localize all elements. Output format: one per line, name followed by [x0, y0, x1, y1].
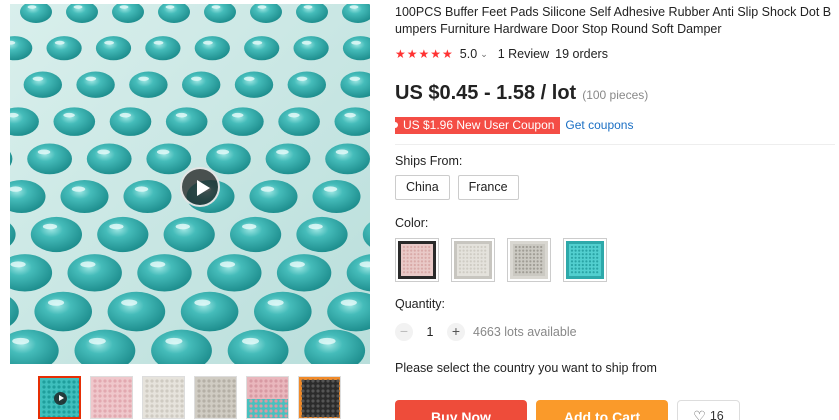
ships-from-options: China France: [395, 175, 835, 200]
main-product-image[interactable]: [10, 4, 370, 364]
action-buttons: Buy Now Add to Cart ♡ 16: [395, 400, 740, 420]
product-title: 100PCS Buffer Feet Pads Silicone Self Ad…: [395, 5, 832, 36]
ships-from-label: Ships From:: [395, 154, 463, 168]
ships-from-china-option[interactable]: China: [395, 175, 450, 200]
chevron-down-icon[interactable]: ⌄: [480, 49, 488, 60]
quantity-stepper: − 1 + 4663 lots available: [395, 323, 835, 341]
color-label: Color:: [395, 216, 429, 230]
play-video-button[interactable]: [180, 167, 220, 207]
quantity-plus-button[interactable]: +: [447, 323, 465, 341]
get-coupons-link[interactable]: Get coupons: [565, 118, 633, 132]
new-user-coupon-badge[interactable]: US $1.96 New User Coupon: [391, 116, 561, 134]
star-rating-icon: ★★★★★: [395, 47, 454, 61]
color-swatch-teal[interactable]: [563, 238, 607, 282]
wishlist-count: 16: [709, 409, 724, 420]
product-info: 100PCS Buffer Feet Pads Silicone Self Ad…: [391, 0, 835, 375]
quantity-label: Quantity:: [395, 297, 446, 311]
thumbnail-pink-teal[interactable]: [246, 376, 289, 419]
lots-available: 4663 lots available: [473, 325, 577, 339]
thumbnail-strip: [38, 376, 341, 419]
ships-from-france-option[interactable]: France: [457, 175, 519, 200]
quantity-input[interactable]: 1: [413, 325, 447, 339]
wishlist-button[interactable]: ♡ 16: [677, 400, 740, 420]
thumbnail-pink[interactable]: [90, 376, 133, 419]
heart-icon: ♡: [693, 408, 706, 420]
thumbnail-black[interactable]: [298, 376, 341, 419]
rating-score[interactable]: 5.0: [460, 47, 477, 61]
color-swatches: [395, 238, 835, 282]
price-row: US $0.45 - 1.58 / lot (100 pieces): [395, 82, 835, 108]
color-swatch-pink[interactable]: [395, 238, 439, 282]
play-icon: [54, 392, 67, 405]
pieces-per-lot: (100 pieces): [582, 88, 649, 102]
add-to-cart-button[interactable]: Add to Cart: [536, 400, 668, 420]
rating-row: ★★★★★ 5.0 ⌄ 1 Review 19 orders: [395, 46, 835, 62]
ship-from-notice: Please select the country you want to sh…: [395, 361, 657, 375]
price: US $0.45 - 1.58 / lot: [395, 82, 577, 104]
orders-count: 19 orders: [555, 47, 608, 61]
coupon-row: US $1.96 New User Coupon Get coupons: [391, 116, 835, 134]
buy-now-button[interactable]: Buy Now: [395, 400, 527, 420]
quantity-minus-button[interactable]: −: [395, 323, 413, 341]
thumbnail-white[interactable]: [142, 376, 185, 419]
color-swatch-white[interactable]: [451, 238, 495, 282]
color-swatch-grey[interactable]: [507, 238, 551, 282]
thumbnail-beige[interactable]: [194, 376, 237, 419]
thumbnail-teal-video[interactable]: [38, 376, 81, 419]
divider: [395, 144, 835, 145]
reviews-link[interactable]: 1 Review: [498, 47, 549, 61]
